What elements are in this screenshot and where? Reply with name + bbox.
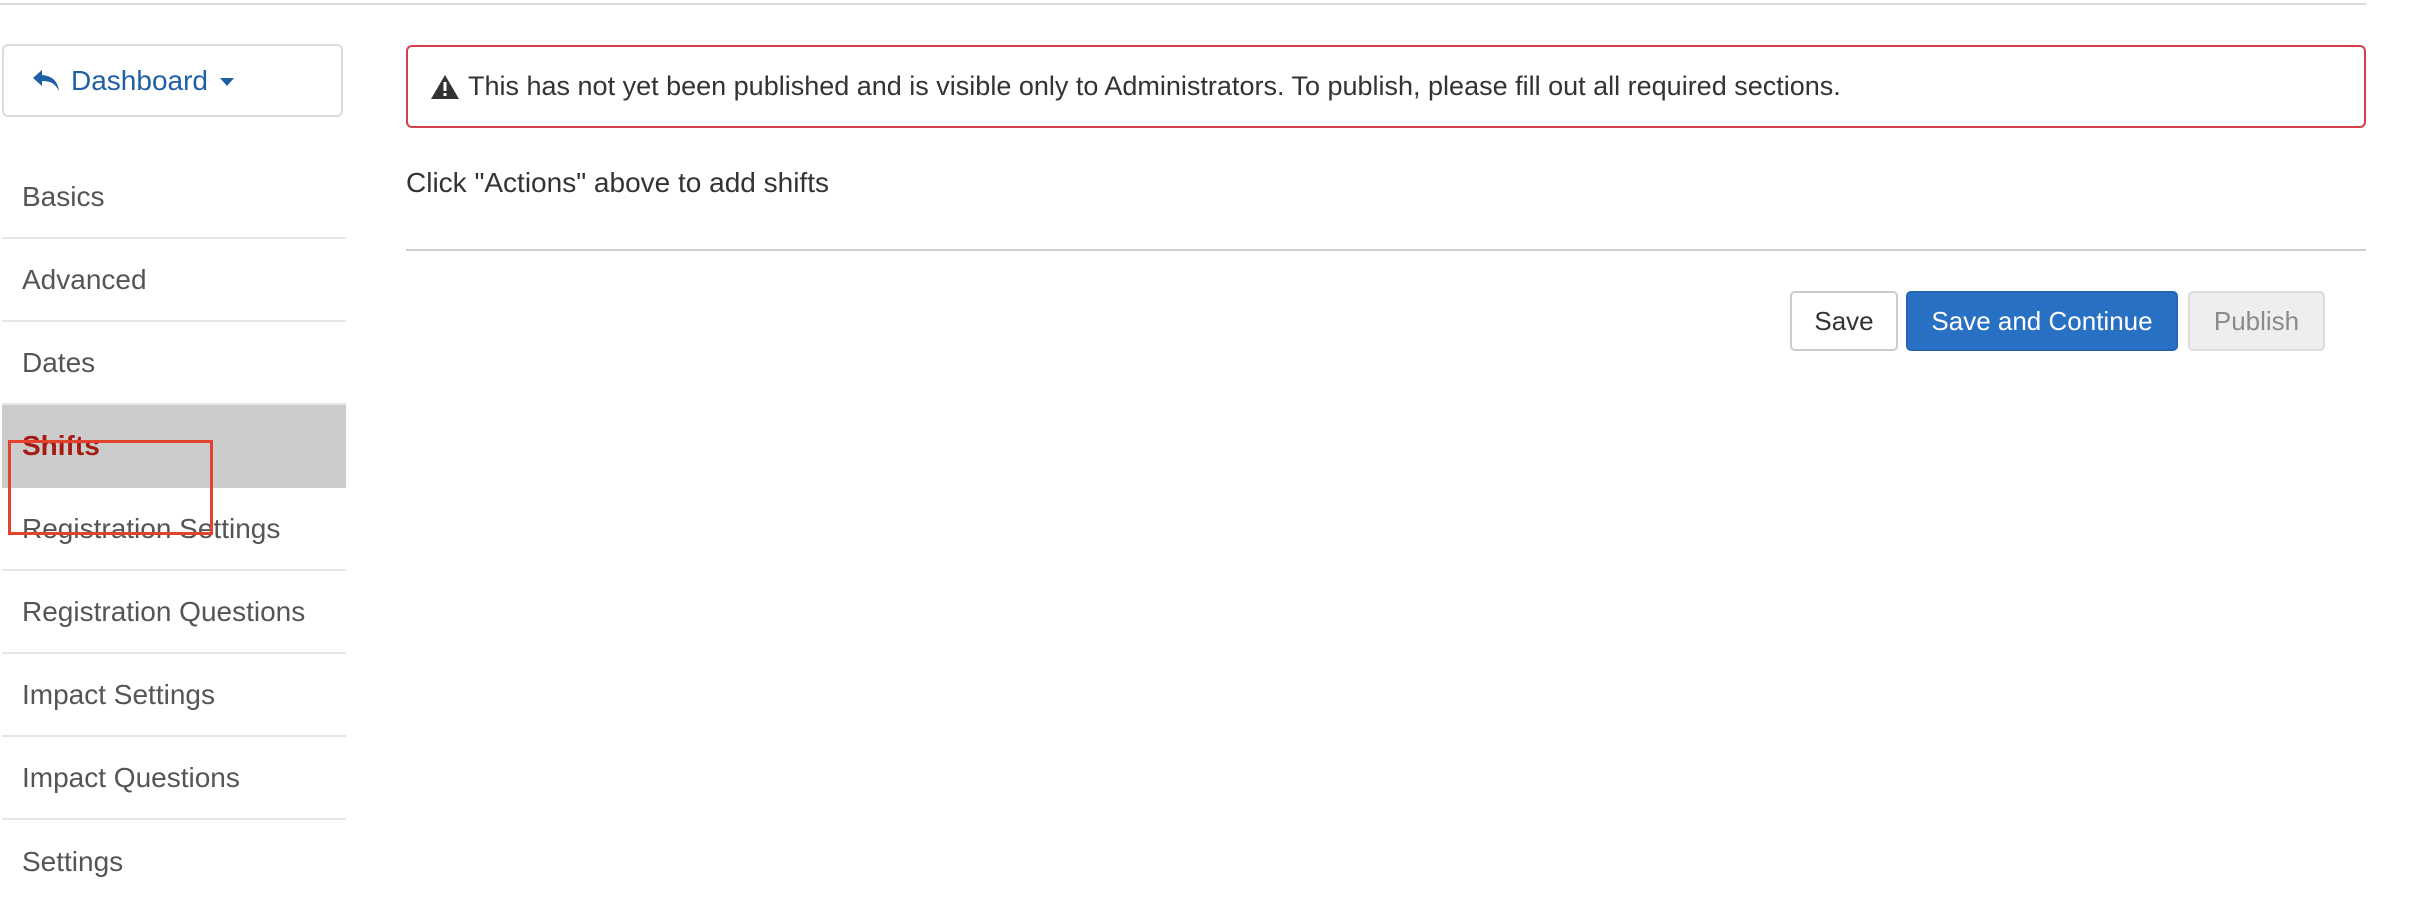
sidebar-item-basics[interactable]: Basics bbox=[2, 156, 346, 239]
sidebar-item-label: Registration Settings bbox=[22, 512, 281, 544]
sidebar-item-label: Basics bbox=[22, 180, 105, 212]
sidebar-nav: Basics Advanced Dates Shifts Registratio… bbox=[2, 156, 346, 903]
caret-down-icon bbox=[219, 77, 234, 86]
sidebar-item-label: Settings bbox=[22, 845, 124, 877]
sidebar-item-registration-questions[interactable]: Registration Questions bbox=[2, 571, 346, 654]
sidebar-item-shifts[interactable]: Shifts bbox=[2, 405, 346, 488]
unpublished-alert: This has not yet been published and is v… bbox=[406, 45, 2366, 128]
publish-button[interactable]: Publish bbox=[2188, 291, 2325, 351]
sidebar-item-impact-settings[interactable]: Impact Settings bbox=[2, 654, 346, 737]
save-and-continue-button[interactable]: Save and Continue bbox=[1906, 291, 2178, 351]
sidebar-item-label: Registration Questions bbox=[22, 595, 306, 627]
save-button[interactable]: Save bbox=[1790, 291, 1898, 351]
reply-arrow-icon bbox=[33, 69, 59, 91]
sidebar-item-label: Shifts bbox=[22, 429, 100, 461]
sidebar-item-impact-questions[interactable]: Impact Questions bbox=[2, 737, 346, 820]
content-divider bbox=[406, 249, 2366, 251]
sidebar-item-label: Advanced bbox=[22, 263, 147, 295]
alert-message: This has not yet been published and is v… bbox=[468, 71, 1841, 101]
sidebar-item-label: Impact Settings bbox=[22, 678, 215, 710]
sidebar-item-label: Impact Questions bbox=[22, 761, 240, 793]
dashboard-dropdown-button[interactable]: Dashboard bbox=[2, 44, 343, 117]
warning-icon bbox=[431, 74, 459, 99]
add-shifts-hint: Click "Actions" above to add shifts bbox=[406, 167, 829, 198]
dashboard-label: Dashboard bbox=[71, 64, 208, 96]
sidebar-item-dates[interactable]: Dates bbox=[2, 322, 346, 405]
sidebar-item-label: Dates bbox=[22, 346, 96, 378]
sidebar-item-advanced[interactable]: Advanced bbox=[2, 239, 346, 322]
sidebar-item-registration-settings[interactable]: Registration Settings bbox=[2, 488, 346, 571]
sidebar-item-settings[interactable]: Settings bbox=[2, 820, 346, 903]
top-divider bbox=[0, 3, 2366, 5]
